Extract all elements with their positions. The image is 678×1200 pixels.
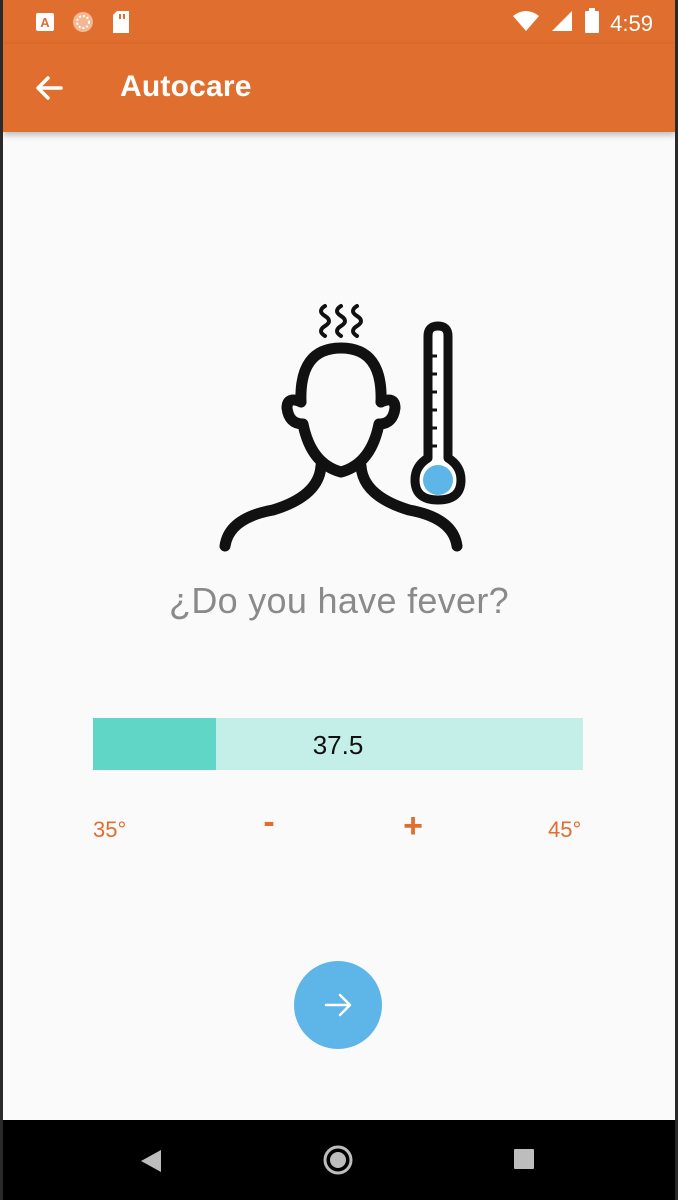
- status-left-icons: A: [35, 10, 131, 39]
- fever-question: ¿Do you have fever?: [169, 580, 509, 621]
- nav-back-button[interactable]: [139, 1148, 163, 1179]
- status-bar: A 4:59: [3, 0, 675, 44]
- status-time: 4:59: [610, 10, 653, 36]
- screen: A 4:59 Autocare ¿Do you have fever? 37.5…: [3, 0, 675, 1200]
- app-bar: Autocare: [3, 44, 675, 132]
- status-right-icons: 4:59: [512, 8, 653, 39]
- loader-icon: [71, 10, 95, 39]
- back-button[interactable]: [31, 70, 67, 106]
- arrow-left-icon: [36, 76, 63, 100]
- battery-icon: [584, 8, 600, 39]
- decrement-button[interactable]: -: [249, 802, 289, 842]
- svg-text:A: A: [40, 15, 50, 30]
- wifi-icon: [512, 9, 540, 38]
- temperature-slider[interactable]: 37.5: [93, 718, 583, 770]
- back-triangle-icon: [141, 1150, 161, 1172]
- signal-icon: [550, 9, 574, 38]
- temperature-min-label: 35°: [93, 817, 127, 842]
- temperature-value: 37.5: [312, 730, 364, 760]
- arrow-right-icon: [324, 993, 352, 1017]
- increment-button[interactable]: +: [393, 806, 433, 846]
- fever-head-thermometer-icon: [213, 296, 473, 556]
- temperature-max-label: 45°: [548, 817, 582, 842]
- home-circle-icon: [323, 1145, 353, 1175]
- next-button[interactable]: [294, 961, 382, 1049]
- nav-home-button[interactable]: [322, 1144, 354, 1181]
- app-title: Autocare: [120, 70, 252, 103]
- recents-square-icon: [514, 1149, 534, 1169]
- app-a-icon: A: [35, 12, 55, 37]
- nav-recents-button[interactable]: [513, 1148, 535, 1175]
- system-nav-bar: [3, 1120, 675, 1200]
- sd-card-icon: [111, 10, 131, 39]
